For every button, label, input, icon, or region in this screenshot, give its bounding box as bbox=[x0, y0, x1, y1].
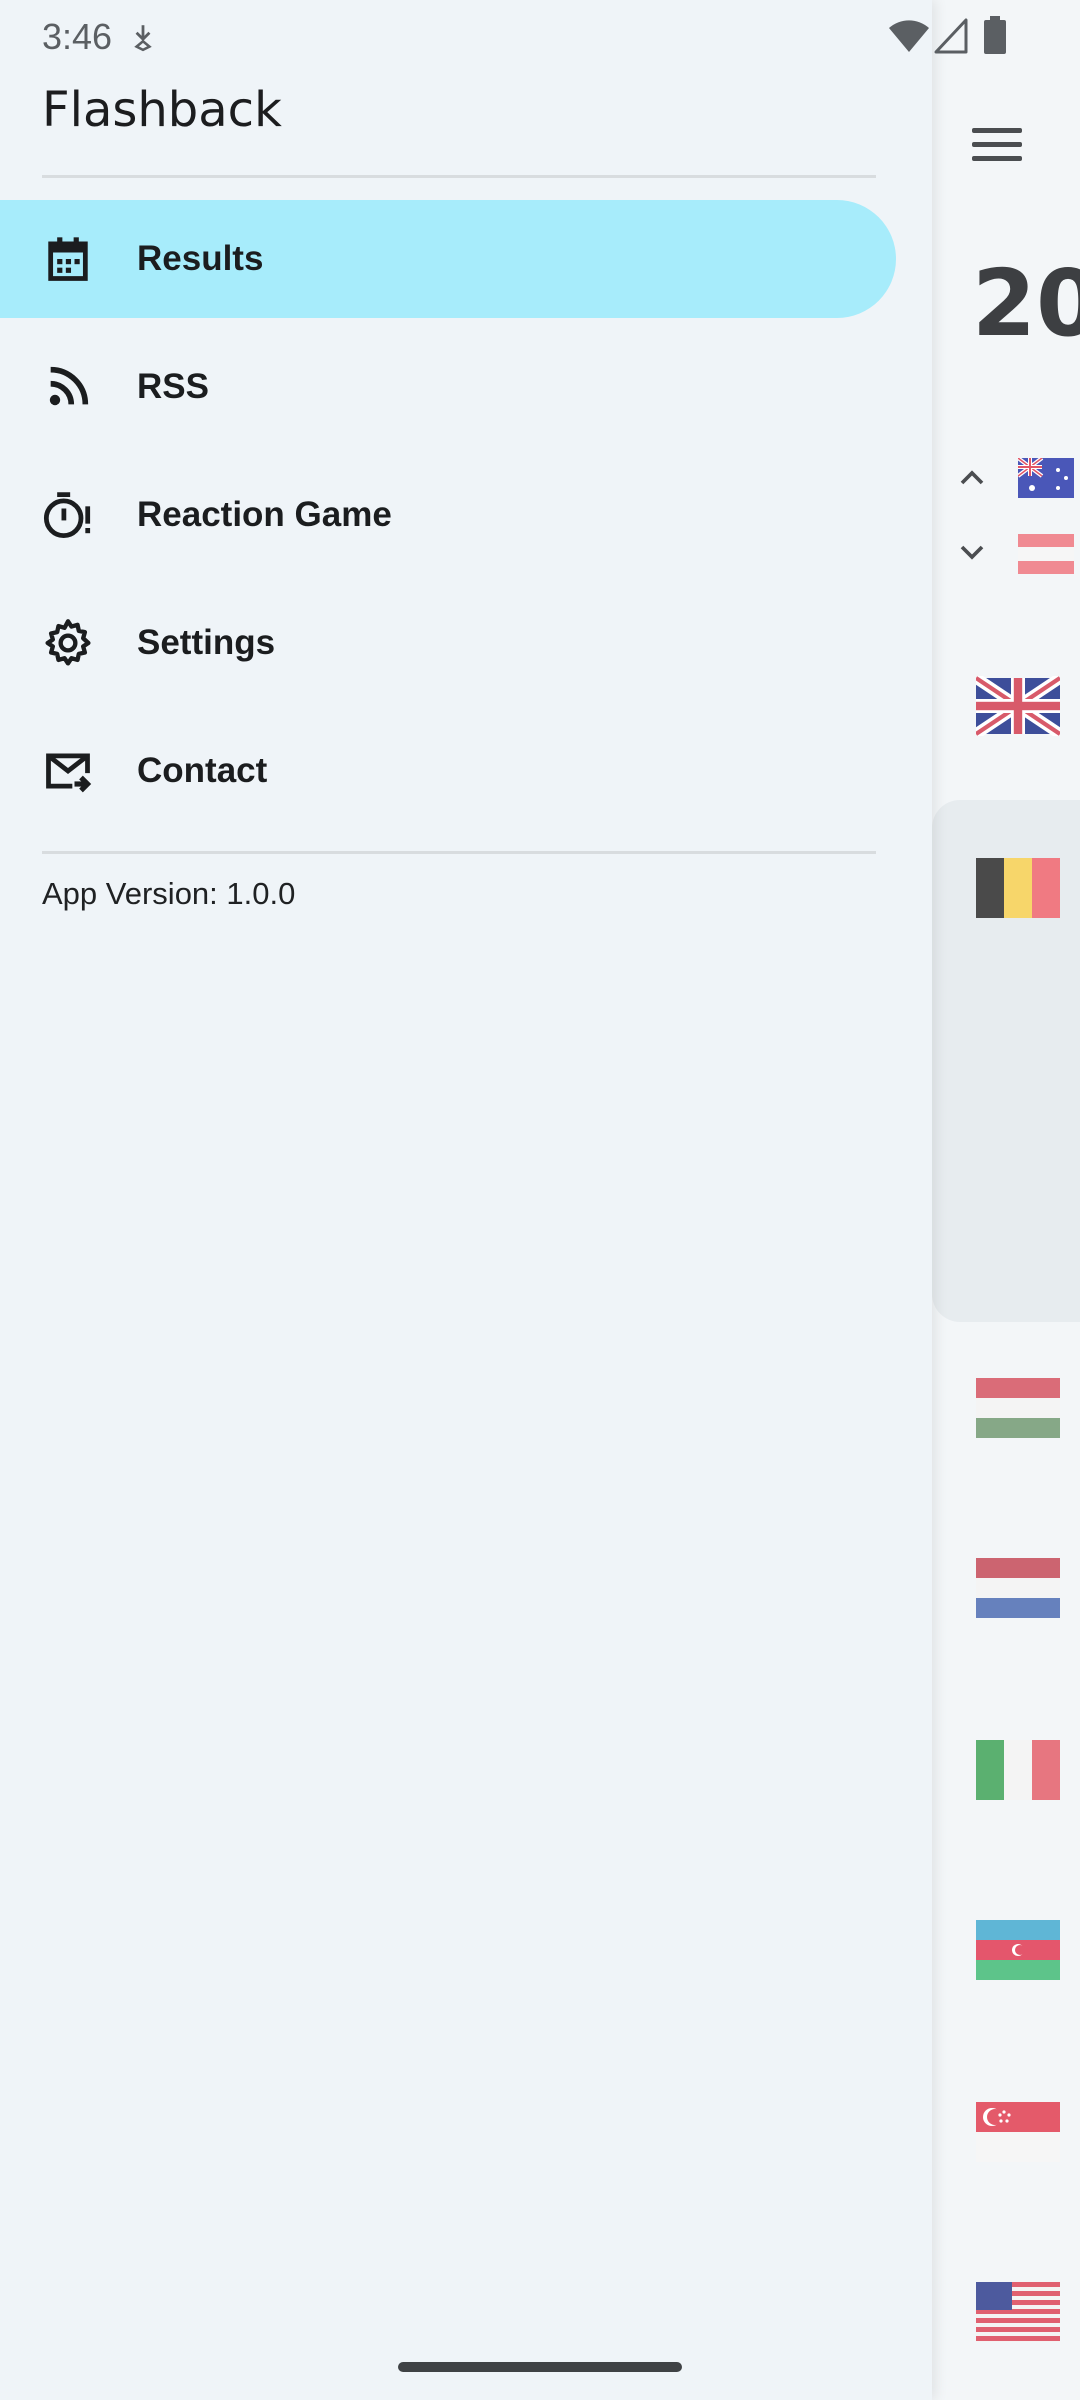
rss-icon bbox=[42, 361, 94, 413]
uk-flag bbox=[976, 676, 1060, 736]
nav-label-results: Results bbox=[137, 239, 264, 278]
hamburger-icon[interactable] bbox=[972, 128, 1022, 168]
app-version: App Version: 1.0.0 bbox=[42, 876, 296, 911]
gear-icon bbox=[42, 617, 94, 669]
australia-flag bbox=[1018, 458, 1074, 498]
status-time: 3:46 bbox=[42, 16, 113, 57]
chevron-down-icon[interactable] bbox=[952, 532, 992, 572]
divider bbox=[42, 851, 876, 854]
nav-item-settings[interactable]: Settings bbox=[0, 584, 896, 702]
calendar-icon bbox=[42, 233, 94, 285]
navigation-drawer: Flashback Results RSS Reaction Game Sett bbox=[0, 0, 932, 2400]
chevron-up-icon[interactable] bbox=[952, 458, 992, 498]
azerbaijan-flag bbox=[976, 1920, 1060, 1980]
austria-flag bbox=[1018, 534, 1074, 574]
nav-item-reaction-game[interactable]: Reaction Game bbox=[0, 456, 896, 574]
wifi-icon bbox=[888, 18, 930, 54]
hungary-flag bbox=[976, 1378, 1060, 1438]
nav-label-reaction-game: Reaction Game bbox=[137, 495, 392, 534]
battery-icon bbox=[984, 16, 1006, 54]
usa-flag bbox=[976, 2282, 1060, 2342]
gesture-navigation-bar[interactable] bbox=[398, 2362, 682, 2372]
season-year: 20 bbox=[972, 250, 1080, 357]
mail-forward-icon bbox=[42, 745, 94, 797]
nav-item-results[interactable]: Results bbox=[0, 200, 896, 318]
italy-flag bbox=[976, 1740, 1060, 1800]
status-bar: 3:46 bbox=[0, 0, 1080, 72]
divider bbox=[42, 175, 876, 178]
timer-icon bbox=[42, 489, 94, 541]
nav-label-contact: Contact bbox=[137, 751, 268, 790]
belgium-flag bbox=[976, 858, 1060, 918]
singapore-flag bbox=[976, 2102, 1060, 2162]
nav-label-rss: RSS bbox=[137, 367, 209, 406]
download-icon bbox=[130, 22, 156, 52]
nav-item-contact[interactable]: Contact bbox=[0, 712, 896, 830]
nav-item-rss[interactable]: RSS bbox=[0, 328, 896, 446]
signal-icon bbox=[934, 18, 968, 54]
netherlands-flag bbox=[976, 1558, 1060, 1618]
drawer-title: Flashback bbox=[42, 82, 282, 138]
screen: 20 Flashback Results RSS Reaction Game S… bbox=[0, 0, 1080, 2400]
nav-label-settings: Settings bbox=[137, 623, 276, 662]
